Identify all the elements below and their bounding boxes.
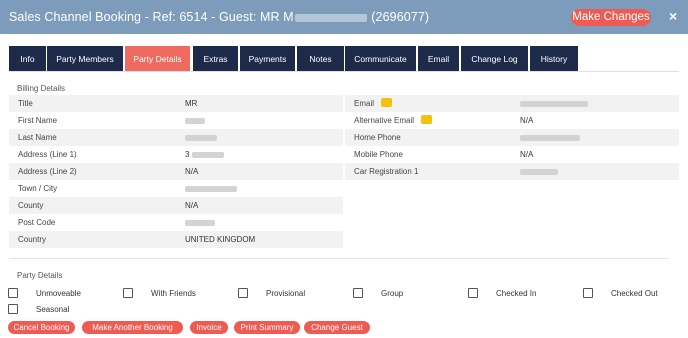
billing-label: County — [18, 201, 44, 210]
billing-value: UNITED KINGDOM — [185, 235, 256, 244]
checkbox-label: Group — [381, 289, 404, 298]
tab-extras[interactable]: Extras — [193, 46, 238, 72]
tab-info[interactable]: Info — [9, 46, 46, 72]
checkbox-label: Checked Out — [611, 289, 658, 298]
billing-row-home-phone: Home Phone — [345, 129, 679, 146]
checkbox-unmoveable[interactable] — [8, 288, 18, 298]
checkbox-label: Provisional — [266, 289, 306, 298]
section-divider — [9, 258, 669, 259]
redacted-value — [185, 117, 205, 124]
billing-row-email: Email — [345, 95, 679, 112]
modal-title: Sales Channel Booking - Ref: 6514 - Gues… — [9, 10, 429, 24]
invoice-button[interactable]: Invoice — [190, 321, 228, 334]
billing-value-redacted — [185, 133, 217, 142]
billing-row-last-name: Last Name — [9, 129, 343, 146]
billing-value: N/A — [185, 201, 199, 210]
checkbox-checked-out[interactable] — [583, 288, 593, 298]
redacted-value — [520, 168, 558, 175]
billing-value: N/A — [520, 116, 534, 125]
email-label: Email — [354, 99, 375, 108]
billing-label: Mobile Phone — [354, 150, 403, 159]
billing-row-car-registration: Car Registration 1 — [345, 163, 679, 180]
billing-row-first-name: First Name — [9, 112, 343, 129]
billing-value: MR — [185, 99, 198, 108]
billing-value-redacted — [185, 116, 205, 125]
billing-row-town: Town / City — [9, 180, 343, 197]
checkbox-label: Seasonal — [36, 305, 70, 314]
modal-title-ref: (2696077) — [371, 10, 430, 24]
billing-value-redacted — [185, 218, 215, 227]
billing-label: Address (Line 2) — [18, 167, 77, 176]
billing-row-address-2: Address (Line 2) N/A — [9, 163, 343, 180]
billing-label: Country — [18, 235, 47, 244]
billing-row-alt-email: Alternative Email N/A — [345, 112, 679, 129]
billing-value: N/A — [185, 167, 199, 176]
tab-payments[interactable]: Payments — [240, 46, 295, 72]
billing-label: Alternative Email — [354, 115, 433, 125]
billing-label: Address (Line 1) — [18, 150, 77, 159]
billing-section-label: Billing Details — [17, 84, 66, 93]
billing-row-country: Country UNITED KINGDOM — [9, 231, 343, 248]
checkbox-checked-in[interactable] — [468, 288, 478, 298]
billing-label: Post Code — [18, 218, 56, 227]
billing-label: Car Registration 1 — [354, 167, 419, 176]
thumbs-up-icon[interactable] — [381, 98, 393, 108]
redacted-value — [185, 185, 237, 192]
tab-party-members[interactable]: Party Members — [47, 46, 123, 72]
party-section-label: Party Details — [17, 271, 63, 280]
redacted-value — [520, 100, 588, 107]
checkbox-with-friends[interactable] — [123, 288, 133, 298]
change-guest-button[interactable]: Change Guest — [304, 321, 370, 334]
tab-communicate[interactable]: Communicate — [345, 46, 416, 72]
redacted-value — [520, 134, 580, 141]
tab-divider — [9, 71, 679, 72]
billing-value-redacted — [520, 99, 588, 108]
billing-value-redacted — [520, 167, 558, 176]
redacted-value — [185, 219, 215, 226]
tab-notes[interactable]: Notes — [297, 46, 344, 72]
billing-label: Last Name — [18, 133, 57, 142]
tab-history[interactable]: History — [530, 46, 578, 72]
print-summary-button[interactable]: Print Summary — [234, 321, 300, 334]
close-icon[interactable]: × — [669, 9, 677, 23]
alt-email-label: Alternative Email — [354, 116, 415, 125]
billing-row-address-1: Address (Line 1) 3 — [9, 146, 343, 163]
make-another-booking-button[interactable]: Make Another Booking — [82, 321, 183, 334]
checkbox-group[interactable] — [353, 288, 363, 298]
thumbs-up-icon[interactable] — [421, 115, 433, 125]
billing-label: Email — [354, 98, 393, 108]
redacted-value — [185, 134, 217, 141]
checkbox-label: With Friends — [151, 289, 196, 298]
billing-label: Town / City — [18, 184, 58, 193]
billing-label: Title — [18, 99, 33, 108]
billing-row-county: County N/A — [9, 197, 343, 214]
cancel-booking-button[interactable]: Cancel Booking — [8, 321, 75, 334]
billing-label: Home Phone — [354, 133, 401, 142]
checkbox-seasonal[interactable] — [8, 304, 18, 314]
address-number: 3 — [185, 150, 190, 159]
billing-row-post-code: Post Code — [9, 214, 343, 231]
billing-row-mobile-phone: Mobile Phone N/A — [345, 146, 679, 163]
make-changes-button[interactable]: Make Changes — [571, 9, 651, 26]
billing-value-redacted — [185, 184, 237, 193]
billing-value: N/A — [520, 150, 534, 159]
tab-party-details[interactable]: Party Details — [125, 46, 190, 72]
redacted-value — [191, 151, 224, 158]
modal-header: Sales Channel Booking - Ref: 6514 - Gues… — [0, 0, 688, 34]
billing-label: First Name — [18, 116, 58, 125]
checkbox-provisional[interactable] — [238, 288, 248, 298]
checkbox-label: Checked In — [496, 289, 537, 298]
billing-value-redacted — [520, 133, 580, 142]
checkbox-label: Unmoveable — [36, 289, 81, 298]
tab-email[interactable]: Email — [418, 46, 459, 72]
redacted-name — [294, 13, 367, 22]
billing-row-title: Title MR — [9, 95, 343, 112]
tab-change-log[interactable]: Change Log — [461, 46, 528, 72]
modal-title-text: Sales Channel Booking - Ref: 6514 - Gues… — [9, 10, 294, 24]
billing-value: 3 — [185, 150, 224, 159]
